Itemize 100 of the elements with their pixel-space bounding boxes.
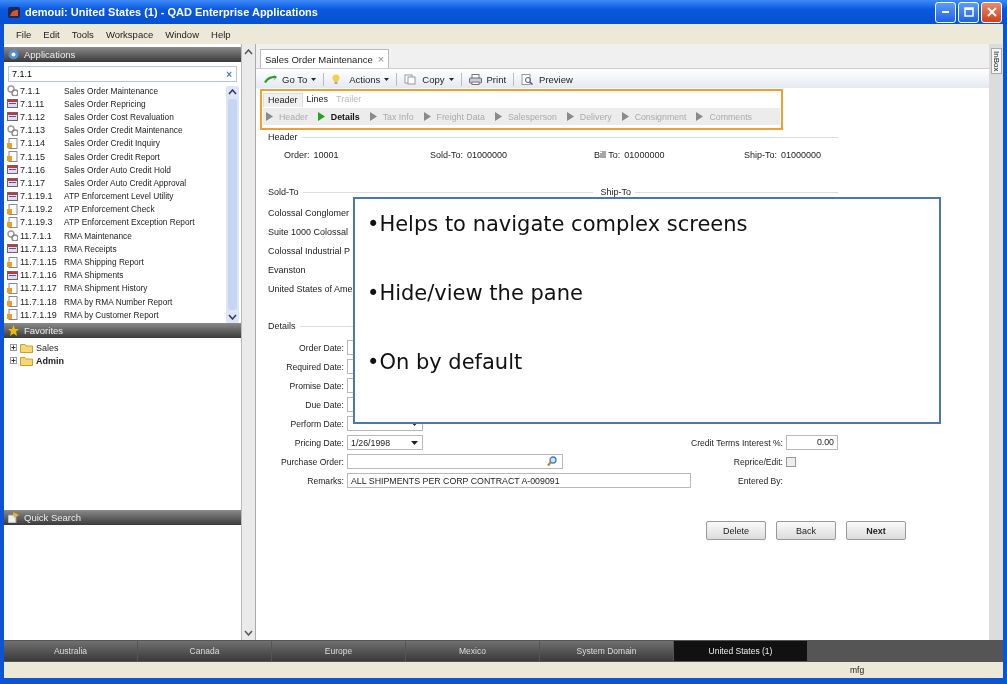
application-item[interactable]: 7.1.14 Sales Order Credit Inquiry	[4, 136, 226, 150]
field-value: 10001	[313, 150, 339, 160]
window-icon	[7, 111, 18, 123]
document-icon	[7, 216, 18, 228]
field-label: Order:	[284, 150, 310, 160]
play-icon	[494, 112, 502, 121]
address-line: Evanston	[268, 264, 306, 277]
application-item[interactable]: 7.1.16 Sales Order Auto Credit Hold	[4, 163, 226, 177]
minimize-button[interactable]	[935, 1, 956, 23]
toolbar-button[interactable]: Preview	[519, 74, 575, 85]
checkbox[interactable]	[786, 456, 796, 467]
application-item[interactable]: 7.1.1 Sales Order Maintenance	[4, 84, 226, 98]
clear-button[interactable]: ×	[222, 68, 236, 80]
play-icon	[266, 112, 273, 121]
domain-tab[interactable]: Canada	[138, 641, 271, 661]
field-label: Order Date:	[298, 342, 344, 353]
callout-text: •On by default	[367, 349, 524, 376]
tree-item[interactable]: Sales	[10, 341, 241, 354]
dropdown-icon	[411, 440, 418, 445]
application-item[interactable]: 7.1.15 Sales Order Credit Report	[4, 149, 226, 164]
application-item[interactable]: 11.7.1.1 RMA Maintenance	[4, 229, 226, 243]
pane-title: Applications	[24, 49, 76, 60]
preview-icon	[521, 74, 535, 85]
pane-scrollbar[interactable]	[241, 44, 255, 640]
scroll-up-icon	[244, 49, 253, 55]
toolbar-button[interactable]: Copy	[402, 74, 456, 85]
document-icon	[7, 137, 18, 149]
caret-icon	[311, 78, 317, 81]
application-item[interactable]: 11.7.1.19 RMA by Customer Report	[4, 308, 226, 322]
search-field[interactable]: 7.1.1 ×	[8, 66, 237, 82]
field-value: 01000000	[467, 150, 508, 160]
field-value: 01000000	[624, 150, 665, 160]
callout-text: •Hide/view the pane	[367, 280, 584, 307]
document-icon	[7, 256, 18, 268]
field-label: Entered By:	[738, 475, 783, 486]
window-icon	[7, 269, 18, 281]
application-item[interactable]: 11.7.1.18 RMA by RMA Number Report	[4, 295, 226, 309]
domain-tab[interactable]: Europe	[272, 641, 405, 661]
address-line: Colossal Industrial P	[268, 245, 351, 258]
tree-item[interactable]: Admin	[10, 354, 241, 367]
play-icon	[566, 112, 574, 121]
field-label: Bill To:	[594, 150, 621, 160]
field-label: Purchase Order:	[279, 456, 344, 467]
number-field[interactable]: 0.00	[786, 435, 838, 450]
application-item[interactable]: 7.1.19.3 ATP Enforcement Exception Report	[4, 215, 226, 230]
document-tab[interactable]: Sales Order Maintenance ×	[260, 49, 390, 68]
caret-icon	[384, 78, 390, 81]
toolbar-button[interactable]: Actions	[329, 74, 392, 85]
application-item[interactable]: 7.1.17 Sales Order Auto Credit Approval	[4, 176, 226, 190]
gears-icon	[7, 230, 18, 242]
domain-tab[interactable]: United States (1)	[674, 641, 807, 661]
document-icon	[7, 296, 18, 308]
scrollbar[interactable]	[226, 86, 239, 323]
toolbar-button[interactable]: Go To	[262, 74, 319, 85]
section-tab[interactable]: Header	[263, 92, 303, 107]
address-line: Suite 1000 Colossal	[268, 226, 349, 239]
application-item[interactable]: 11.7.1.15 RMA Shipping Report	[4, 255, 226, 269]
side-tab[interactable]: InBox	[990, 48, 1002, 75]
form-button[interactable]: Back	[776, 521, 836, 540]
form-button[interactable]: Delete	[706, 521, 766, 540]
menu-item[interactable]: File	[16, 27, 32, 41]
play-icon	[423, 112, 431, 121]
caret-icon	[448, 78, 454, 81]
text-field[interactable]: ALL SHIPMENTS PER CORP CONTRACT A-009091	[347, 473, 691, 488]
application-item[interactable]: 7.1.19.1 ATP Enforcement Level Utility	[4, 189, 226, 203]
menu-item[interactable]: Tools	[71, 27, 94, 41]
step-link[interactable]: Details	[317, 111, 360, 122]
menu-item[interactable]: Workspace	[105, 27, 154, 41]
close-icon	[986, 7, 997, 17]
maximize-button[interactable]	[958, 1, 979, 23]
star-icon	[8, 325, 19, 336]
toolbar-button[interactable]: Print	[466, 74, 509, 85]
field-label: Sold-To:	[430, 150, 464, 160]
close-button[interactable]	[981, 1, 1002, 23]
lookup-field[interactable]	[347, 454, 563, 469]
menu-item[interactable]: Help	[211, 27, 231, 41]
application-item[interactable]: 7.1.11 Sales Order Repricing	[4, 97, 226, 111]
form-button[interactable]: Next	[846, 521, 906, 540]
play-icon	[369, 112, 377, 121]
scroll-down-icon	[244, 630, 253, 636]
close-tab-button[interactable]: ×	[377, 53, 385, 65]
menu-item[interactable]: Window	[165, 27, 199, 41]
menu-item[interactable]: Edit	[43, 27, 60, 41]
domain-tab[interactable]: Mexico	[406, 641, 539, 661]
application-item[interactable]: 7.1.12 Sales Order Cost Revaluation	[4, 110, 226, 124]
document-icon	[7, 203, 18, 215]
window-icon	[7, 177, 18, 189]
domain-tab[interactable]: System Domain	[540, 641, 673, 661]
search-icon	[547, 456, 558, 467]
domain-tab[interactable]: Australia	[4, 641, 137, 661]
application-item[interactable]: 7.1.19.2 ATP Enforcement Check	[4, 202, 226, 216]
application-item[interactable]: 11.7.1.16 RMA Shipments	[4, 268, 226, 282]
play-icon	[621, 112, 629, 121]
application-item[interactable]: 11.7.1.13 RMA Receipts	[4, 242, 226, 256]
date-field[interactable]: 1/26/1998	[347, 435, 423, 450]
application-item[interactable]: 11.7.1.17 RMA Shipment History	[4, 281, 226, 295]
gear-icon	[8, 49, 19, 60]
application-item[interactable]: 7.1.13 Sales Order Credit Maintenance	[4, 123, 226, 137]
field-label: Perform Date:	[289, 418, 344, 429]
field-label: Ship-To:	[744, 150, 778, 160]
